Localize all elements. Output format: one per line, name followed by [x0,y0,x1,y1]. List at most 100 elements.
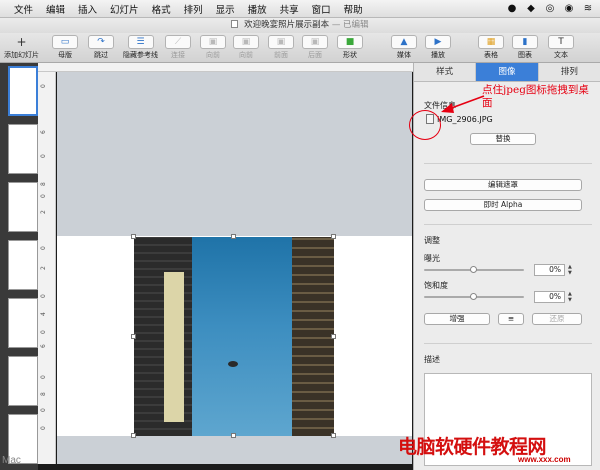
adjust-settings-button[interactable]: ≡ [498,313,524,325]
backward-icon: ▣ [233,35,259,49]
toolbar: + 添加幻灯片 ▭ 母版 ↷ 跳过 ☰ 隐藏参考线 ⟋ 连接 ▣ 向前 ▣ 向前… [0,33,600,63]
chart-button[interactable]: ▮ 图表 [512,35,538,60]
exposure-value[interactable]: 0% [534,264,565,276]
back-icon: ▣ [302,35,328,49]
ruler-tick: 0 [40,194,47,198]
menu-window[interactable]: 窗口 [312,2,331,16]
hide-guides-button[interactable]: ☰ 隐藏参考线 [123,35,158,60]
inspector-panel: 样式 图像 排列 文件信息 IMG_2906.JPG 替换 编辑遮罩 即时 Al… [413,63,600,470]
revert-button[interactable]: 还原 [532,313,582,325]
slide-thumbnail[interactable] [8,298,38,348]
ruler-tick: 0 [40,154,47,158]
resize-handle[interactable] [131,334,136,339]
resize-handle[interactable] [331,234,336,239]
menu-tray: ● ◆ ◎ ◉ ≋ [506,2,594,14]
chart-icon: ▮ [512,35,538,49]
play-button[interactable]: ▶ 播放 [425,35,451,60]
document-icon [231,20,239,28]
backward-button[interactable]: ▣ 向前 [233,35,259,60]
canvas-background [57,72,412,236]
resize-handle[interactable] [131,234,136,239]
menu-format[interactable]: 格式 [152,2,171,16]
annotation-callout: 点住jpeg图标拖拽到桌面 [482,84,589,109]
play-icon: ▶ [425,35,451,49]
front-button[interactable]: ▣ 前面 [268,35,294,60]
photo-building-right [292,237,334,436]
slide-thumbnail[interactable] [8,66,38,116]
enhance-button[interactable]: 增强 [424,313,490,325]
divider [424,224,592,225]
exposure-slider-knob[interactable] [470,266,477,273]
edit-mask-button[interactable]: 编辑遮罩 [424,179,582,191]
description-label: 描述 [424,355,440,364]
file-info-label: 文件信息 [424,101,456,110]
replace-button[interactable]: 替换 [470,133,536,145]
menu-slide[interactable]: 幻灯片 [110,2,139,16]
forward-button[interactable]: ▣ 向前 [200,35,226,60]
front-icon: ▣ [268,35,294,49]
menu-view[interactable]: 显示 [216,2,235,16]
photo-ledge [164,272,184,422]
slide-thumbnail[interactable] [8,356,38,406]
tab-image[interactable]: 图像 [476,63,539,81]
sync-icon[interactable]: ◎ [544,2,556,14]
tab-style[interactable]: 样式 [414,63,477,81]
instant-alpha-button[interactable]: 即时 Alpha [424,199,582,211]
ruler-tick: 0 [40,426,47,430]
exposure-stepper[interactable]: ▲ ▼ [568,264,575,276]
sliders-icon: ≡ [507,314,515,323]
resize-handle[interactable] [231,433,236,438]
saturation-stepper[interactable]: ▲ ▼ [568,291,575,303]
master-button[interactable]: ▭ 母版 [52,35,78,60]
photo-bird [228,361,238,367]
resize-handle[interactable] [231,234,236,239]
ruler-tick: 6 [40,344,47,348]
text-icon: T [548,35,574,49]
window-title-bar: 欢迎晚宴照片展示副本 — 已编辑 [0,18,600,33]
saturation-label: 饱和度 [424,281,448,290]
connect-icon: ⟋ [165,35,191,49]
menu-arrange[interactable]: 排列 [184,2,203,16]
menu-share[interactable]: 共享 [280,2,299,16]
status-icon[interactable]: ◉ [563,2,575,14]
table-button[interactable]: ▦ 表格 [478,35,504,60]
wifi-icon[interactable]: ≋ [582,2,594,14]
slide-thumbnail[interactable] [8,124,38,174]
ruler-tick: 0 [40,246,47,250]
shape-button[interactable]: ■ 形状 [337,35,363,60]
saturation-slider-knob[interactable] [470,293,477,300]
resize-handle[interactable] [331,433,336,438]
slide-thumbnail[interactable] [8,240,38,290]
menu-file[interactable]: 文件 [14,2,33,16]
saturation-value[interactable]: 0% [534,291,565,303]
text-button[interactable]: T 文本 [548,35,574,60]
menu-play[interactable]: 播放 [248,2,267,16]
ruler-tick: 0 [40,84,47,88]
wechat-icon[interactable]: ● [506,2,518,14]
adjust-label: 调整 [424,236,440,245]
menu-edit[interactable]: 编辑 [46,2,65,16]
ruler-tick: 6 [40,130,47,134]
ruler-tick: 0 [40,375,47,379]
qq-icon[interactable]: ◆ [525,2,537,14]
tab-arrange[interactable]: 排列 [538,63,600,81]
selected-photo[interactable] [134,237,334,436]
media-button[interactable]: ▲ 媒体 [391,35,417,60]
divider [424,343,592,344]
back-button[interactable]: ▣ 后面 [302,35,328,60]
add-slide-button[interactable]: + 添加幻灯片 [4,35,39,60]
menu-help[interactable]: 帮助 [344,2,363,16]
ruler-tick: 0 [40,294,47,298]
menu-insert[interactable]: 插入 [78,2,97,16]
horizontal-ruler [38,63,413,72]
resize-handle[interactable] [331,334,336,339]
skip-button[interactable]: ↷ 跳过 [88,35,114,60]
slide-thumbnail[interactable] [8,182,38,232]
shape-icon: ■ [337,35,363,49]
ruler-tick: 4 [40,312,47,316]
connect-button[interactable]: ⟋ 连接 [165,35,191,60]
ruler-tick: 0 [40,408,47,412]
resize-handle[interactable] [131,433,136,438]
plus-icon: + [16,35,27,49]
watermark-left: Mac [2,455,21,466]
